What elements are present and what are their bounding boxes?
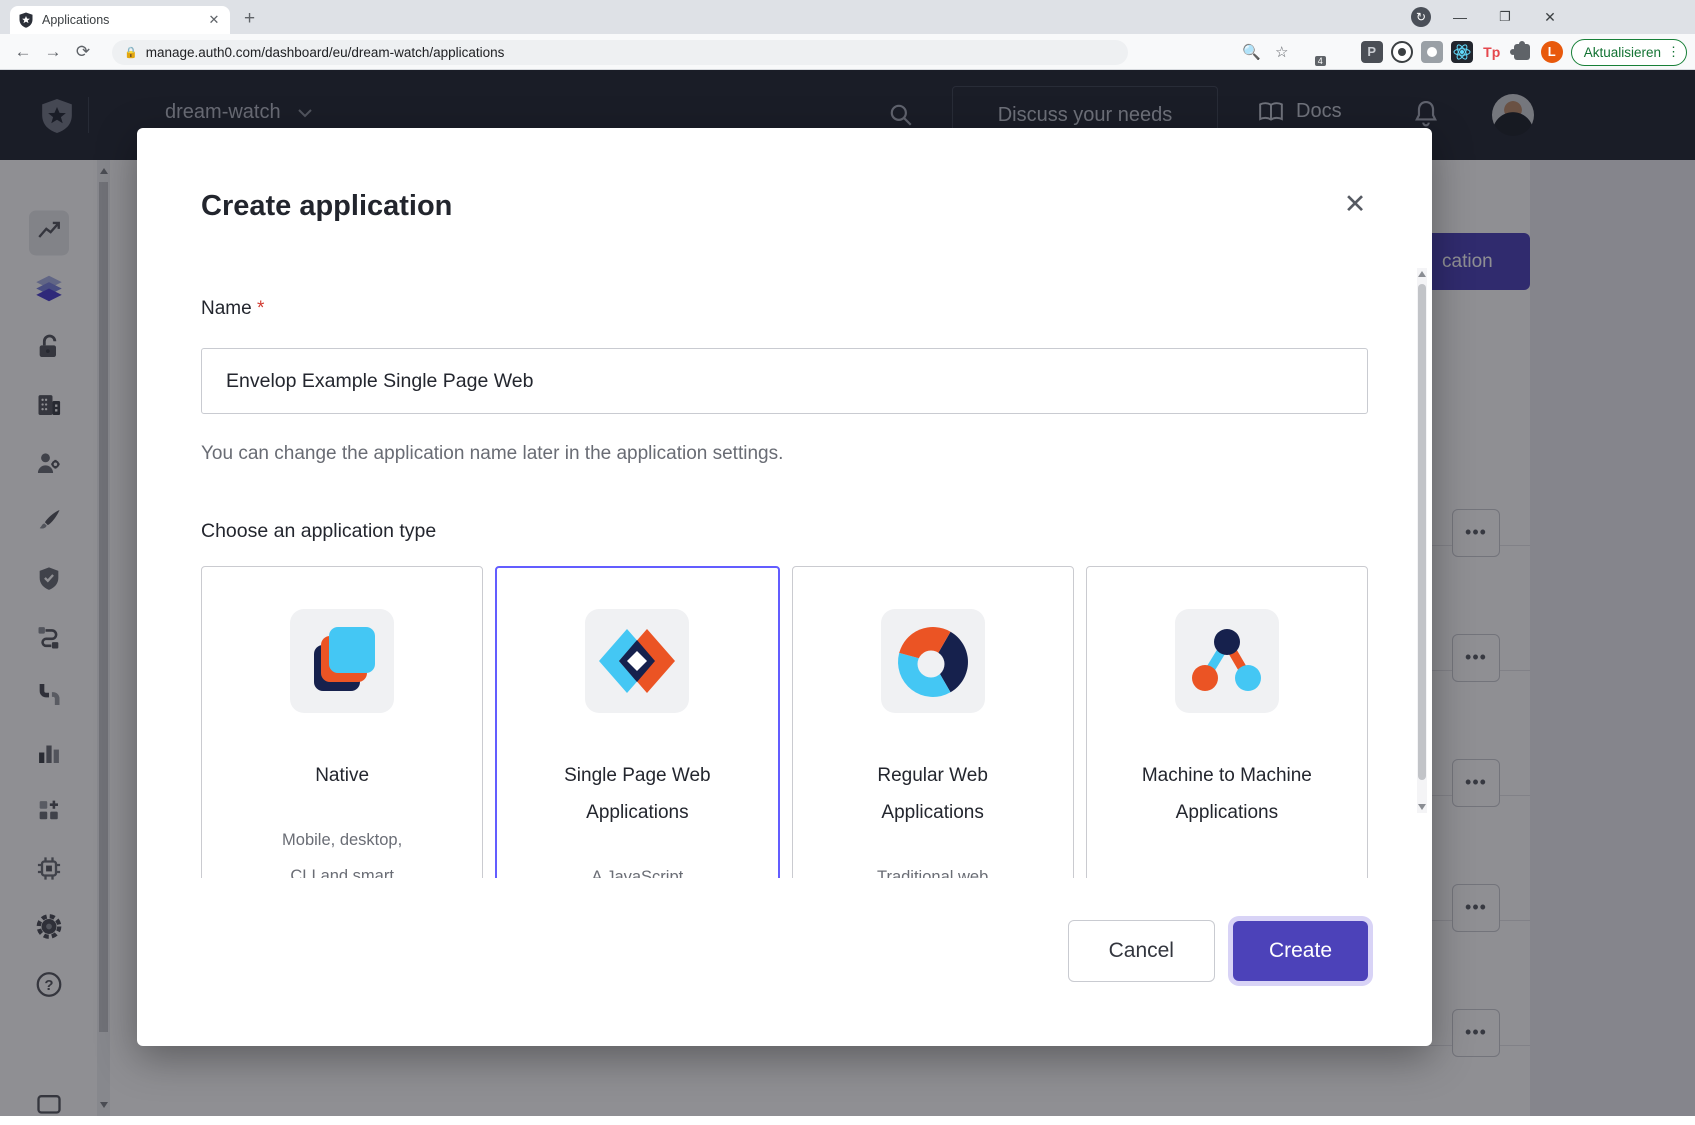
card-single-page-web[interactable]: Single Page Web Applications A JavaScrip… bbox=[495, 566, 779, 878]
required-asterisk: * bbox=[257, 298, 264, 319]
window-minimize-button[interactable]: — bbox=[1447, 5, 1473, 29]
reload-button[interactable]: ⟳ bbox=[68, 42, 98, 62]
card-title: Single Page Web Applications bbox=[545, 757, 730, 831]
auth0-favicon bbox=[18, 12, 34, 28]
card-description: Traditional web bbox=[793, 859, 1073, 878]
modal-scroll-area: Name * You can change the application na… bbox=[137, 258, 1432, 878]
refresh-button-label: Aktualisieren bbox=[1584, 45, 1661, 60]
card-regular-web[interactable]: Regular Web Applications Traditional web bbox=[792, 566, 1074, 878]
bitwarden-extension-icon[interactable] bbox=[1331, 41, 1353, 63]
browser-tab[interactable]: Applications ✕ bbox=[10, 6, 230, 34]
card-title: Machine to Machine Applications bbox=[1134, 757, 1319, 831]
close-icon[interactable]: ✕ bbox=[1334, 184, 1376, 226]
card-description: A JavaScript bbox=[497, 859, 777, 878]
forward-button[interactable]: → bbox=[38, 42, 68, 62]
browser-tab-strip: Applications ✕ + ↻ — ❐ ✕ bbox=[0, 0, 1695, 34]
react-devtools-icon[interactable] bbox=[1451, 41, 1473, 63]
refresh-page-button[interactable]: Aktualisieren ⋮ bbox=[1571, 39, 1687, 66]
spa-diamonds-icon bbox=[585, 609, 689, 713]
https-lock-icon: 🔒 bbox=[124, 46, 138, 59]
url-bar[interactable]: 🔒 manage.auth0.com/dashboard/eu/dream-wa… bbox=[112, 40, 1128, 65]
scroll-down-arrow[interactable] bbox=[1418, 804, 1426, 810]
native-stack-icon bbox=[290, 609, 394, 713]
window-close-button[interactable]: ✕ bbox=[1537, 5, 1563, 29]
card-description: Mobile, desktop,CLI and smart bbox=[202, 822, 482, 878]
camera-extension-icon[interactable] bbox=[1421, 41, 1443, 63]
url-text: manage.auth0.com/dashboard/eu/dream-watc… bbox=[146, 45, 505, 60]
modal-footer: Cancel Create bbox=[137, 920, 1432, 982]
tampermonkey-tp-icon[interactable]: Tp bbox=[1481, 41, 1503, 63]
profile-avatar-icon[interactable]: L bbox=[1541, 41, 1563, 63]
toolbar-right-cluster: 🔍 ☆ 4 P Tp L Aktualisieren ⋮ bbox=[1241, 36, 1687, 68]
card-native[interactable]: Native Mobile, desktop,CLI and smart bbox=[201, 566, 483, 878]
extensions-puzzle-icon[interactable] bbox=[1511, 41, 1533, 63]
bookmark-star-icon[interactable]: ☆ bbox=[1271, 43, 1293, 61]
card-machine-to-machine[interactable]: Machine to Machine Applications bbox=[1086, 566, 1368, 878]
choose-type-label: Choose an application type bbox=[201, 520, 436, 543]
name-label: Name * bbox=[201, 298, 264, 320]
card-title: Native bbox=[250, 757, 435, 794]
scroll-up-arrow[interactable] bbox=[1418, 271, 1426, 277]
modal-title: Create application bbox=[201, 190, 452, 223]
tab-title: Applications bbox=[42, 13, 198, 27]
application-name-input[interactable] bbox=[201, 348, 1368, 414]
name-help-text: You can change the application name late… bbox=[201, 443, 783, 465]
modal-scrollbar[interactable] bbox=[1417, 268, 1427, 813]
window-maximize-button[interactable]: ❐ bbox=[1492, 5, 1518, 29]
card-title: Regular Web Applications bbox=[840, 757, 1025, 831]
tab-close-icon[interactable]: ✕ bbox=[206, 12, 222, 28]
zoom-icon[interactable]: 🔍 bbox=[1241, 43, 1263, 61]
create-application-modal: Create application ✕ Name * You can chan… bbox=[137, 128, 1432, 1046]
ublock-extension-icon[interactable]: 4 bbox=[1301, 41, 1323, 63]
p-extension-icon[interactable]: P bbox=[1361, 41, 1383, 63]
kebab-menu-icon: ⋮ bbox=[1667, 44, 1680, 60]
screencapture-target-icon[interactable] bbox=[1391, 41, 1413, 63]
back-button[interactable]: ← bbox=[8, 42, 38, 62]
ublock-badge: 4 bbox=[1315, 56, 1326, 66]
cancel-button[interactable]: Cancel bbox=[1068, 920, 1215, 982]
application-type-cards: Native Mobile, desktop,CLI and smart Sin… bbox=[201, 566, 1368, 878]
regular-web-donut-icon bbox=[881, 609, 985, 713]
create-button[interactable]: Create bbox=[1233, 921, 1368, 981]
browser-update-icon[interactable]: ↻ bbox=[1411, 7, 1431, 27]
new-tab-button[interactable]: + bbox=[244, 8, 255, 30]
m2m-nodes-icon bbox=[1175, 609, 1279, 713]
page-viewport: dream-watch Discuss your needs Docs bbox=[0, 70, 1695, 1116]
scrollbar-thumb[interactable] bbox=[1418, 284, 1426, 780]
